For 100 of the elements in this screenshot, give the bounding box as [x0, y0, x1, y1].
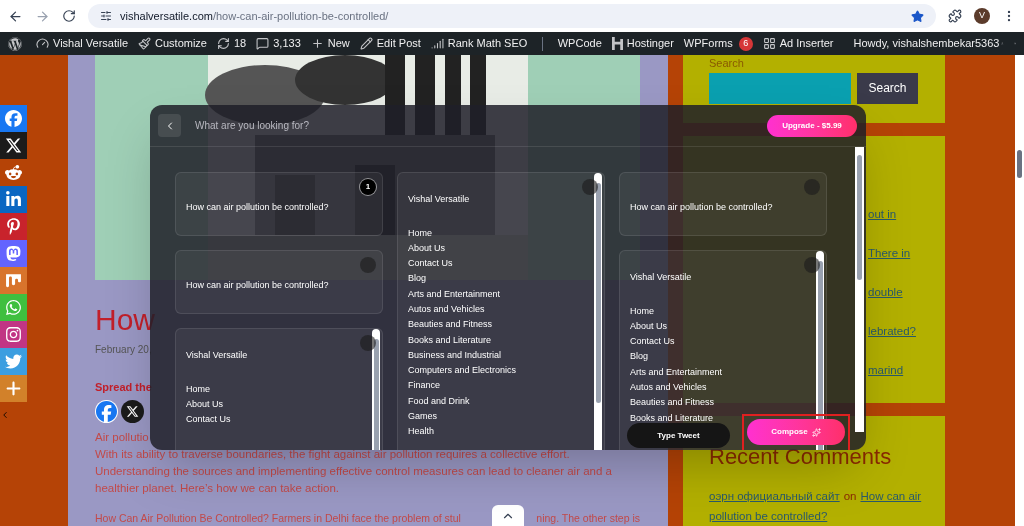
plus-icon: [310, 37, 324, 50]
menu-item: Blog: [408, 272, 426, 286]
profile-avatar[interactable]: V: [974, 8, 990, 24]
x-logo-icon: [126, 404, 139, 418]
admin-bar-link[interactable]: Vishal Versatile: [53, 35, 128, 52]
mix-share-button[interactable]: [0, 267, 27, 294]
card-title: Vishal Versatile: [408, 193, 471, 206]
search-button[interactable]: Search: [857, 72, 918, 104]
search-field[interactable]: What are you looking for?: [195, 118, 753, 133]
back-icon[interactable]: [8, 8, 23, 24]
comment-on-text: on: [843, 489, 857, 504]
admin-bar-link[interactable]: 3,133: [273, 35, 301, 52]
gauge-icon: [36, 37, 49, 50]
tweet-card[interactable]: How can air pollution be controlled?: [619, 172, 827, 236]
instagram-share-button[interactable]: [0, 321, 27, 348]
selection-number[interactable]: 1: [360, 179, 376, 195]
admin-bar-link[interactable]: WPForms: [683, 35, 733, 52]
admin-bar-link[interactable]: Customize: [155, 35, 207, 52]
tweet-card[interactable]: Vishal Versatile Home About Us Contact Us: [175, 328, 383, 450]
admin-bar-link[interactable]: Edit Post: [376, 35, 421, 52]
url-text: vishalversatile.com/how-can-air-pollution-be-controlled/: [120, 8, 389, 24]
reload-icon[interactable]: [62, 9, 76, 23]
menu-item: Contact Us: [408, 257, 453, 271]
sparkle-icon: [811, 427, 821, 437]
site-info-icon[interactable]: [100, 10, 112, 22]
extensions-icon[interactable]: [948, 9, 962, 23]
bars-icon: [430, 37, 444, 50]
menu-item: Autos and Vehicles: [630, 381, 707, 394]
menu-item: Books and Literature: [630, 411, 714, 425]
menu-item: About Us: [408, 241, 446, 255]
back-button[interactable]: [158, 114, 181, 137]
tweet-card[interactable]: How can air pollution be controlled?: [175, 250, 383, 314]
menu-item: Contact Us: [630, 335, 675, 349]
menu-item: Books and Literature: [408, 333, 492, 347]
admin-bar-link[interactable]: WPCode: [557, 35, 602, 52]
menu-item: Home: [408, 226, 432, 240]
tweet-card[interactable]: How can air pollution be controlled? 1: [175, 172, 383, 236]
menu-item: Home: [630, 304, 654, 318]
mastodon-logo-icon: [5, 245, 22, 262]
card-text: How can air pollution be controlled?: [186, 280, 329, 290]
card-title: Vishal Versatile: [630, 271, 693, 284]
collapse-icon[interactable]: [0, 410, 10, 420]
menu-item: Health: [408, 425, 434, 439]
comment-icon: [256, 37, 270, 50]
facebook-logo-icon: [5, 110, 22, 127]
x-share-button[interactable]: [0, 132, 27, 159]
forward-icon[interactable]: [35, 8, 50, 24]
grid-icon: [762, 37, 776, 50]
scroll-top-button[interactable]: [492, 505, 524, 526]
admin-bar-link[interactable]: Ad Inserter: [779, 35, 834, 52]
search-field[interactable]: [709, 72, 851, 104]
address-bar[interactable]: vishalversatile.com/how-can-air-pollution-be-controlled/: [88, 4, 936, 28]
article-text: ning. The other step is: [536, 510, 640, 526]
linkedin-logo-icon: [5, 191, 22, 208]
menu-item: Beauties and Fitness: [630, 396, 715, 410]
mastodon-share-button[interactable]: [0, 240, 27, 267]
menu-item: Contact Us: [186, 413, 231, 427]
tweet-card[interactable]: [397, 172, 605, 450]
whatsapp-logo-icon: [5, 299, 22, 316]
hostinger-logo-icon: [611, 37, 623, 50]
menu-item: Games: [408, 410, 437, 424]
admin-bar-link[interactable]: Rank Math SEO: [447, 35, 528, 52]
menu-item: Home: [186, 382, 210, 396]
menu-item: Beauties and Fitness: [408, 318, 493, 332]
admin-bar-link[interactable]: New: [327, 35, 350, 52]
menu-item: Finance: [408, 379, 441, 393]
card-title: Vishal Versatile: [186, 349, 249, 362]
x-share-button[interactable]: [121, 399, 144, 423]
article-text: How Can Air Pollution Be Controlled? Farmers in Delhi face the problem of stul: [95, 510, 461, 526]
refresh-icon: [217, 37, 230, 50]
twitter-share-button[interactable]: [0, 348, 27, 375]
paintbrush-icon: [138, 37, 151, 50]
greeting-link[interactable]: Howdy, vishalshembekar5363: [853, 35, 1000, 52]
menu-item: Food and Drink: [408, 394, 470, 408]
pinterest-share-button[interactable]: [0, 213, 27, 240]
facebook-share-button[interactable]: [0, 105, 27, 132]
menu-item: About Us: [186, 397, 224, 411]
type-tweet-button[interactable]: Type Tweet: [627, 423, 730, 448]
pencil-icon: [359, 37, 373, 50]
menu-item: Autos and Vehicles: [408, 303, 485, 316]
x-logo-icon: [5, 137, 22, 154]
mix-logo-icon: [5, 272, 22, 289]
menu-item: Business and Industrial: [408, 348, 502, 362]
admin-bar-link[interactable]: Hostinger: [626, 35, 674, 52]
more-logo-icon: [5, 380, 22, 397]
admin-bar-link[interactable]: 18: [234, 35, 247, 52]
menu-item: Blog: [630, 350, 648, 364]
facebook-share-button[interactable]: [95, 399, 118, 423]
article-text: healthier planet. Here’s how we can take action.: [95, 480, 339, 496]
linkedin-share-button[interactable]: [0, 186, 27, 213]
instagram-logo-icon: [5, 326, 22, 343]
more-share-button[interactable]: [0, 375, 27, 402]
article-text: Understanding the sources and implementing effective control measures can lead to cleaner air and a: [95, 463, 612, 479]
pinterest-logo-icon: [5, 218, 22, 235]
card-text: How can air pollution be controlled?: [630, 202, 773, 212]
facebook-logo-icon: [96, 400, 117, 422]
count-badge: 6: [738, 36, 753, 51]
menu-item: Arts and Entertainment: [630, 365, 723, 379]
twitter-logo-icon: [5, 353, 22, 370]
bookmark-star-icon[interactable]: [911, 9, 924, 23]
